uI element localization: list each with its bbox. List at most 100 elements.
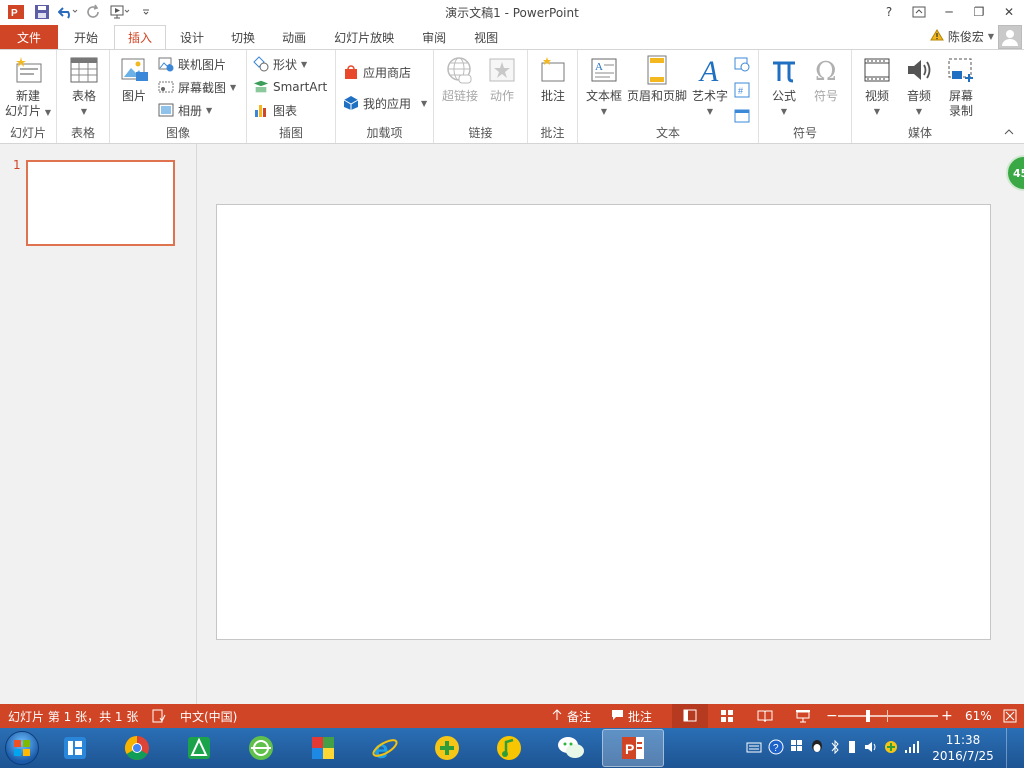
header-footer-button[interactable]: 页眉和页脚: [626, 54, 688, 104]
undo-icon[interactable]: [56, 1, 80, 23]
language-indicator[interactable]: 中文(中国): [180, 704, 237, 728]
group-comments: 批注 批注: [528, 50, 578, 143]
slide-sorter-icon[interactable]: [720, 709, 734, 726]
qq-icon[interactable]: [810, 739, 824, 758]
chevron-down-icon: ▼: [80, 107, 88, 116]
browser-360-icon[interactable]: [230, 729, 292, 767]
normal-view-button[interactable]: [672, 704, 708, 728]
svg-text:P: P: [11, 8, 18, 19]
zoom-slider-track[interactable]: [838, 710, 938, 722]
collapse-ribbon-icon[interactable]: [1004, 125, 1014, 139]
new-slide-button[interactable]: 新建 幻灯片 ▼: [4, 54, 52, 120]
comments-button[interactable]: 批注: [611, 704, 652, 728]
chevron-down-icon: ▼: [600, 107, 608, 116]
powerpoint-logo-icon[interactable]: P: [4, 1, 28, 23]
green-app-icon[interactable]: [168, 729, 230, 767]
music-app-icon[interactable]: [478, 729, 540, 767]
slide-number-icon[interactable]: #: [734, 82, 750, 101]
security-tray-icon[interactable]: [884, 740, 898, 757]
bluetooth-icon[interactable]: [830, 739, 840, 758]
zoom-out-button[interactable]: −: [826, 704, 838, 728]
equation-button[interactable]: 公式 ▼: [765, 54, 803, 119]
volume-icon[interactable]: [864, 740, 878, 757]
screenshot-button[interactable]: 屏幕截图 ▼: [158, 77, 236, 97]
wordart-button[interactable]: A 艺术字 ▼: [690, 54, 730, 119]
network-icon[interactable]: [904, 740, 920, 757]
tab-review[interactable]: 审阅: [408, 25, 460, 49]
notes-button[interactable]: 备注: [551, 704, 591, 728]
group-tables: 表格 ▼ 表格: [57, 50, 110, 143]
notes-label: 备注: [567, 709, 592, 724]
fit-to-window-icon[interactable]: [1003, 709, 1017, 726]
customize-toolbar-icon[interactable]: [134, 1, 158, 23]
picture-button[interactable]: 图片: [118, 54, 150, 104]
floating-badge[interactable]: 45: [1006, 155, 1024, 191]
save-icon[interactable]: [30, 1, 54, 23]
chrome-icon[interactable]: [106, 729, 168, 767]
show-desktop-button[interactable]: [1006, 728, 1018, 768]
slide-thumbnails-pane[interactable]: 1: [0, 144, 197, 704]
start-button[interactable]: [0, 728, 44, 768]
chevron-down-icon: ▼: [301, 59, 308, 69]
zoom-slider-thumb[interactable]: [865, 710, 870, 722]
my-apps-button[interactable]: 我的应用 ▼: [343, 93, 427, 113]
file-manager-icon[interactable]: [44, 729, 106, 767]
keyboard-icon[interactable]: [746, 741, 762, 756]
chevron-down-icon: ▼: [206, 105, 213, 115]
add-app-icon[interactable]: [416, 729, 478, 767]
powerpoint-taskbar-icon[interactable]: P: [602, 729, 664, 767]
tab-view[interactable]: 视图: [460, 25, 512, 49]
tab-insert[interactable]: 插入: [114, 25, 167, 50]
restore-button[interactable]: ❐: [964, 0, 994, 24]
redo-icon[interactable]: [82, 1, 106, 23]
smartart-button[interactable]: SmartArt: [253, 77, 327, 97]
table-button[interactable]: 表格 ▼: [65, 54, 103, 119]
hyperlink-button[interactable]: 超链接: [440, 54, 480, 104]
my-apps-label: 我的应用: [363, 96, 412, 111]
tab-transitions[interactable]: 切换: [218, 25, 268, 49]
audio-button[interactable]: 音频 ▼: [900, 54, 938, 119]
symbol-button[interactable]: Ω 符号: [807, 54, 845, 104]
internet-explorer-icon[interactable]: e: [354, 729, 416, 767]
reading-view-icon[interactable]: [757, 709, 773, 726]
tab-design[interactable]: 设计: [166, 25, 218, 49]
chart-button[interactable]: 图表: [253, 100, 297, 120]
usb-icon[interactable]: [846, 739, 858, 758]
zoom-level[interactable]: 61%: [965, 704, 992, 728]
action-button[interactable]: 动作: [484, 54, 520, 104]
clock-date: 2016/7/25: [932, 749, 994, 763]
wechat-icon[interactable]: [540, 729, 602, 767]
chart-label: 图表: [273, 103, 298, 118]
video-button[interactable]: 视频 ▼: [858, 54, 896, 119]
tab-animations[interactable]: 动画: [268, 25, 320, 49]
comment-button[interactable]: 批注: [535, 54, 571, 104]
tab-home[interactable]: 开始: [58, 25, 114, 49]
clock[interactable]: 11:38 2016/7/25: [926, 732, 1000, 764]
slide-thumbnail[interactable]: [26, 160, 175, 246]
group-slides: 新建 幻灯片 ▼ 幻灯片: [0, 50, 57, 143]
puzzle-app-icon[interactable]: [292, 729, 354, 767]
shapes-button[interactable]: 形状 ▼: [253, 54, 307, 74]
user-account[interactable]: 陈俊宏 ▼: [929, 24, 1024, 49]
slideshow-view-icon[interactable]: [795, 709, 811, 726]
ribbon-display-options-icon[interactable]: [904, 0, 934, 24]
photo-album-button[interactable]: 相册 ▼: [158, 100, 212, 120]
close-button[interactable]: ✕: [994, 0, 1024, 24]
warning-icon: [929, 29, 944, 44]
flag-icon[interactable]: [790, 739, 804, 758]
tab-slideshow[interactable]: 幻灯片放映: [320, 25, 408, 49]
title-bar: P 演示文稿1 - PowerPoint ? ─ ❐ ✕: [0, 0, 1024, 24]
store-button[interactable]: 应用商店: [343, 62, 411, 82]
zoom-in-button[interactable]: +: [941, 704, 953, 728]
help-button[interactable]: ?: [874, 0, 904, 24]
start-from-beginning-icon[interactable]: [108, 1, 132, 23]
tab-file[interactable]: 文件: [0, 25, 58, 49]
textbox-button[interactable]: A 文本框 ▼: [584, 54, 624, 119]
minimize-button[interactable]: ─: [934, 0, 964, 24]
online-pictures-button[interactable]: 联机图片: [158, 54, 226, 74]
help-tray-icon[interactable]: ?: [768, 739, 784, 758]
date-time-icon[interactable]: [734, 56, 750, 75]
slide-canvas[interactable]: [216, 204, 991, 640]
screen-recording-button[interactable]: 屏幕 录制: [942, 54, 980, 119]
spell-check-icon[interactable]: [152, 704, 180, 728]
